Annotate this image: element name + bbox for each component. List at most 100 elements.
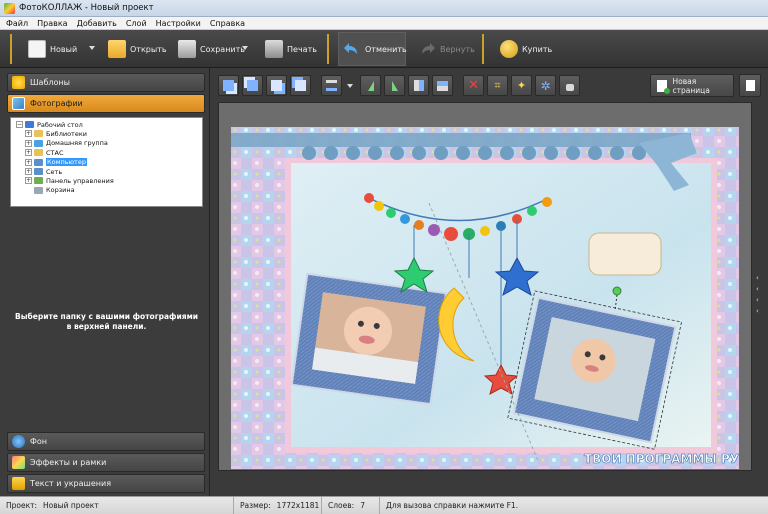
- folder-open-icon: [108, 40, 126, 58]
- menu-file[interactable]: Файл: [6, 19, 28, 28]
- menu-help[interactable]: Справка: [210, 19, 245, 28]
- printer-icon: [265, 40, 283, 58]
- chevron-left-icon[interactable]: ‹: [756, 296, 759, 304]
- lock-button[interactable]: [559, 75, 580, 96]
- new-button[interactable]: Новый: [28, 35, 77, 63]
- size-value: 1772x1181: [276, 501, 320, 510]
- delete-x-icon: ✕: [468, 78, 479, 93]
- tree-expander-icon[interactable]: −: [16, 121, 23, 128]
- effects-header[interactable]: Эффекты и рамки: [7, 453, 205, 472]
- flip-vertical-icon: [437, 80, 448, 91]
- rotate-left-button[interactable]: [360, 75, 381, 96]
- align-dropdown-arrow-icon[interactable]: [347, 84, 353, 88]
- tree-expander-icon[interactable]: +: [25, 139, 32, 147]
- tree-item-label: СТАС: [46, 148, 64, 157]
- menu-add[interactable]: Добавить: [77, 19, 117, 28]
- magic-wand-icon: ✦: [516, 79, 527, 92]
- title-bar: ФотоКОЛЛАЖ - Новый проект: [0, 0, 768, 17]
- new-page-button[interactable]: Новая страница: [650, 74, 734, 97]
- tree-item[interactable]: + Сеть: [25, 167, 62, 176]
- chevron-left-icon[interactable]: ‹: [756, 307, 759, 315]
- effects-wand-button[interactable]: ✦: [511, 75, 532, 96]
- tree-item[interactable]: + СТАС: [25, 148, 64, 157]
- page-settings-button[interactable]: [739, 74, 761, 97]
- tree-item-label: Компьютер: [46, 158, 87, 167]
- ribbon-strip: [231, 133, 691, 147]
- label-plate[interactable]: [588, 232, 662, 276]
- crop-icon: ⌗: [494, 78, 501, 92]
- menu-layer[interactable]: Слой: [126, 19, 147, 28]
- redo-button[interactable]: Вернуть: [418, 35, 475, 63]
- bring-to-front-button[interactable]: [218, 75, 239, 96]
- text-header[interactable]: Текст и украшения: [7, 474, 205, 493]
- tree-item[interactable]: Корзина: [25, 186, 75, 195]
- undo-button[interactable]: Отменить: [343, 35, 407, 63]
- send-to-back-button[interactable]: [290, 75, 311, 96]
- canvas-area[interactable]: ТВОИ ПРОГРАММЫ РУ: [218, 102, 752, 471]
- key-icon: [500, 40, 518, 58]
- flip-horizontal-button[interactable]: [408, 75, 429, 96]
- tree-item[interactable]: + Библиотеки: [25, 129, 87, 138]
- open-button[interactable]: Открыть: [108, 35, 167, 63]
- folder-icon: [34, 177, 43, 185]
- print-button[interactable]: Печать: [265, 35, 317, 63]
- rotate-handle-icon[interactable]: [612, 286, 622, 296]
- save-label: Сохранить: [200, 44, 245, 54]
- edit-toolbar: ✕ ⌗ ✦ ✲ Новая страница: [213, 71, 768, 102]
- photos-header[interactable]: Фотографии: [7, 94, 205, 113]
- tree-item[interactable]: + Панель управления: [25, 176, 114, 185]
- redo-arrow-icon: [422, 43, 435, 54]
- bring-to-front-icon: [223, 80, 234, 91]
- send-backward-button[interactable]: [266, 75, 287, 96]
- new-dropdown-arrow-icon[interactable]: [89, 46, 95, 50]
- crop-button[interactable]: ⌗: [487, 75, 508, 96]
- templates-header[interactable]: Шаблоны: [7, 73, 205, 92]
- folder-icon: [34, 158, 43, 166]
- tree-item[interactable]: + Домашняя группа: [25, 139, 108, 148]
- properties-button[interactable]: ✲: [535, 75, 556, 96]
- page-nav-strip: ‹ ‹ ‹ ‹: [752, 102, 764, 471]
- align-button[interactable]: [321, 75, 342, 96]
- toolbar-separator: [482, 34, 484, 64]
- background-header[interactable]: Фон: [7, 432, 205, 451]
- flip-vertical-button[interactable]: [432, 75, 453, 96]
- folder-icon: [34, 168, 43, 175]
- new-page-icon: [657, 79, 672, 94]
- project-label: Проект:: [6, 501, 38, 510]
- photo-frame-left[interactable]: [290, 272, 448, 406]
- tree-expander-icon[interactable]: +: [25, 168, 32, 175]
- rotate-right-button[interactable]: [384, 75, 405, 96]
- photos-hint: Выберите папку с вашими фотографиями в в…: [10, 312, 203, 332]
- text-tool-icon: [12, 477, 25, 490]
- flip-horizontal-icon: [413, 80, 424, 91]
- tree-expander-icon[interactable]: +: [25, 158, 32, 166]
- chevron-left-icon[interactable]: ‹: [756, 285, 759, 293]
- delete-button[interactable]: ✕: [463, 75, 484, 96]
- menu-edit[interactable]: Правка: [37, 19, 67, 28]
- status-project: Проект: Новый проект: [0, 497, 234, 514]
- tree-expander-icon[interactable]: +: [25, 177, 32, 185]
- star-icon: [12, 76, 25, 89]
- folder-tree[interactable]: − Рабочий стол + Библиотеки + Домашняя группа…: [10, 117, 203, 207]
- tree-item[interactable]: − Рабочий стол: [16, 120, 83, 129]
- undo-label: Отменить: [365, 44, 407, 54]
- undo-arrow-icon: [344, 43, 357, 54]
- save-button[interactable]: Сохранить: [178, 35, 245, 63]
- rotate-right-icon: [391, 80, 398, 91]
- buy-button[interactable]: Купить: [500, 35, 552, 63]
- bring-forward-button[interactable]: [242, 75, 263, 96]
- menu-settings[interactable]: Настройки: [156, 19, 201, 28]
- new-page-label: Новая страница: [672, 76, 710, 95]
- toolbar-separator: [327, 34, 329, 64]
- hint-line-1: Выберите папку с вашими фотографиями: [15, 312, 198, 321]
- tree-item[interactable]: + Компьютер: [25, 158, 87, 167]
- chevron-left-icon[interactable]: ‹: [756, 274, 759, 282]
- app-logo-icon: [4, 2, 15, 14]
- collage-canvas[interactable]: ТВОИ ПРОГРАММЫ РУ: [219, 103, 753, 472]
- background-icon: [12, 435, 25, 448]
- tree-expander-icon[interactable]: +: [25, 130, 32, 138]
- status-layers: Слоев: 7: [322, 497, 380, 514]
- save-dropdown-arrow-icon[interactable]: [242, 46, 248, 50]
- tree-expander-icon[interactable]: +: [25, 149, 32, 157]
